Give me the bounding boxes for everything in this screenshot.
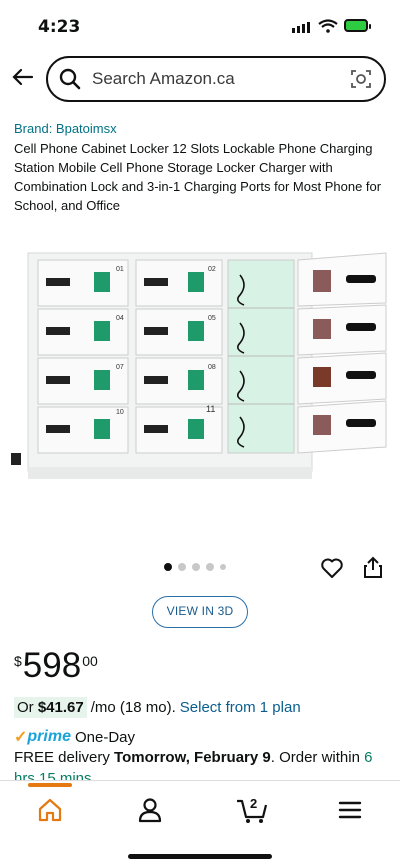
- price: $ 598 00: [14, 648, 98, 684]
- active-tab-indicator: [28, 783, 72, 787]
- status-time: 4:23: [38, 17, 81, 37]
- plan-prefix: Or: [17, 699, 38, 716]
- product-title: Cell Phone Cabinet Locker 12 Slots Locka…: [14, 141, 382, 213]
- price-fraction: 00: [82, 653, 98, 669]
- pager-dot[interactable]: [178, 563, 186, 571]
- share-icon[interactable]: [362, 555, 384, 579]
- battery-icon: [344, 19, 371, 32]
- plan-amount-badge: Or $41.67: [14, 697, 87, 718]
- locker-number: 01: [116, 266, 124, 273]
- account-icon[interactable]: [135, 795, 165, 825]
- delivery-date: Tomorrow, February 9: [114, 749, 271, 766]
- cart-icon[interactable]: 2: [235, 793, 271, 825]
- prime-logo: prime: [27, 728, 71, 745]
- delivery-prefix: FREE delivery: [14, 749, 115, 766]
- image-pager[interactable]: [164, 563, 226, 571]
- open-doors: [297, 252, 387, 454]
- search-bar[interactable]: [46, 56, 386, 102]
- prime-badge: ✓ prime One-Day: [14, 727, 135, 747]
- brand-link[interactable]: Brand: Bpatoimsx: [14, 121, 117, 136]
- locker-number: 10: [116, 409, 124, 416]
- pager-dot[interactable]: [206, 563, 214, 571]
- prime-one-day: One-Day: [74, 728, 136, 746]
- wifi-icon: [318, 19, 338, 37]
- prime-check-icon: ✓: [14, 729, 28, 746]
- open-compartments: [227, 259, 295, 454]
- back-arrow-icon[interactable]: [10, 66, 34, 92]
- pager-dot[interactable]: [192, 563, 200, 571]
- price-whole: 598: [22, 646, 82, 685]
- search-input[interactable]: [90, 68, 344, 90]
- heart-icon[interactable]: [320, 556, 344, 580]
- plan-term: /mo (18 mo).: [90, 699, 176, 716]
- view-in-3d-button[interactable]: VIEW IN 3D: [152, 596, 248, 628]
- pager-dot[interactable]: [164, 563, 172, 571]
- home-indicator: [128, 854, 272, 859]
- locker-number: 08: [208, 364, 216, 371]
- price-currency: $: [14, 653, 22, 669]
- delivery-mid: . Order within: [270, 749, 365, 766]
- locker-number: 11: [206, 404, 215, 414]
- locker-number: 07: [116, 364, 124, 371]
- plan-amount: $41.67: [37, 699, 84, 716]
- pager-dot[interactable]: [220, 564, 226, 570]
- search-icon: [59, 68, 81, 90]
- locker-number: 05: [208, 315, 216, 322]
- locker-number: 02: [208, 266, 216, 273]
- select-plan-link[interactable]: Select from 1 plan: [180, 699, 301, 716]
- locker-number: 04: [116, 315, 124, 322]
- signal-icon: [292, 22, 310, 33]
- cart-count: 2: [250, 796, 257, 811]
- status-bar: 4:23: [0, 0, 400, 52]
- product-image[interactable]: 01 02 04 05 07 08 10 11: [8, 245, 392, 485]
- menu-icon[interactable]: [335, 795, 365, 825]
- payment-plan: Or $41.67 /mo (18 mo). Select from 1 pla…: [14, 697, 301, 718]
- home-icon[interactable]: [35, 795, 65, 825]
- camera-icon[interactable]: [350, 68, 372, 90]
